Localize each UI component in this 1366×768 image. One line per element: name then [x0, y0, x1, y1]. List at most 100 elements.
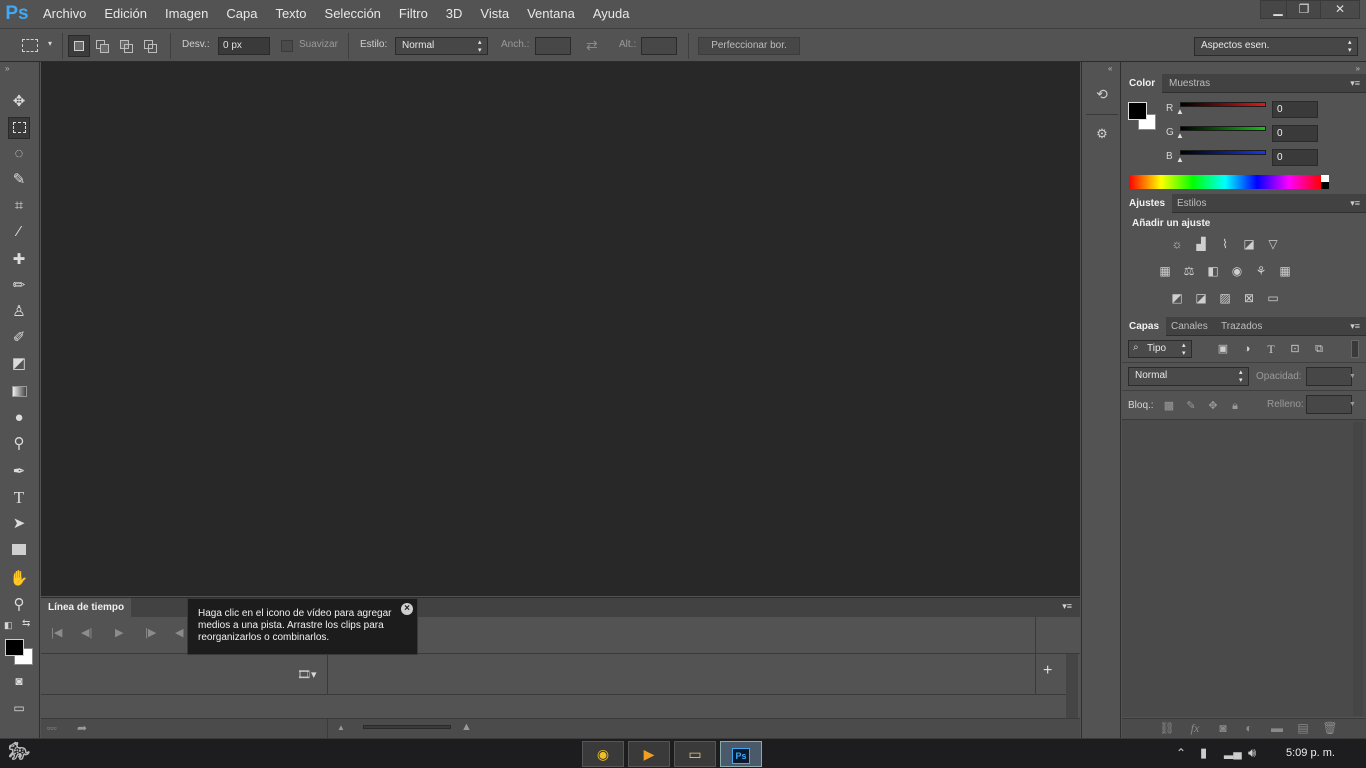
eraser-tool-icon[interactable]: ◩	[8, 353, 30, 375]
vibrance-icon[interactable]: ▽	[1264, 236, 1282, 252]
quick-mask-icon[interactable]: ◙	[8, 670, 30, 692]
move-tool-icon[interactable]: ✥	[8, 91, 30, 113]
history-brush-tool-icon[interactable]: ✐	[8, 327, 30, 349]
file-explorer-task-icon[interactable]: ▭	[674, 741, 716, 767]
new-group-icon[interactable]: ▬	[1268, 720, 1286, 736]
chevron-down-icon[interactable]: ▾	[48, 39, 52, 48]
properties-panel-icon[interactable]: ⚙	[1092, 126, 1112, 148]
exposure-icon[interactable]: ◪	[1240, 236, 1258, 252]
quick-selection-tool-icon[interactable]: ✎	[8, 169, 30, 191]
fx-icon[interactable]: fx	[1186, 720, 1204, 736]
brush-tool-icon[interactable]: ✏	[8, 275, 30, 297]
red-slider-handle[interactable]: ▲	[1176, 107, 1184, 116]
tab-paths[interactable]: Trazados	[1214, 317, 1269, 336]
posterize-icon[interactable]: ◪	[1192, 290, 1210, 306]
color-balance-icon[interactable]: ⚖	[1180, 263, 1198, 279]
red-slider[interactable]	[1180, 102, 1266, 107]
tab-timeline[interactable]: Línea de tiempo	[41, 598, 131, 617]
height-input[interactable]	[641, 37, 677, 55]
next-frame-icon[interactable]: |▶	[145, 626, 156, 639]
hue-saturation-icon[interactable]: ▦	[1156, 263, 1174, 279]
panel-menu-icon[interactable]: ▾≡	[1350, 198, 1360, 209]
invert-icon[interactable]: ◩	[1168, 290, 1186, 306]
first-frame-icon[interactable]: |◀	[51, 626, 62, 639]
tab-layers[interactable]: Capas	[1122, 317, 1167, 336]
menu-ventana[interactable]: Ventana	[518, 0, 584, 28]
zoom-in-icon[interactable]: ▲	[461, 721, 472, 733]
start-button-icon[interactable]: 🐆︎	[6, 741, 46, 767]
levels-icon[interactable]: ▟	[1192, 236, 1210, 252]
filter-smart-object-icon[interactable]: ⧉	[1310, 341, 1328, 357]
swap-colors-icon[interactable]: ⇆	[22, 618, 30, 629]
foreground-color-swatch[interactable]	[1128, 102, 1147, 120]
blue-slider[interactable]	[1180, 150, 1266, 155]
lock-position-icon[interactable]: ✥	[1204, 398, 1222, 414]
media-player-task-icon[interactable]: ▶	[628, 741, 670, 767]
render-icon[interactable]: ➦	[77, 721, 87, 735]
screen-mode-icon[interactable]: ▭	[8, 697, 30, 719]
zoom-slider[interactable]	[363, 725, 451, 729]
link-layers-icon[interactable]: ⛓	[1158, 720, 1176, 736]
hand-tool-icon[interactable]: ✋	[8, 568, 30, 590]
layers-list[interactable]	[1122, 419, 1366, 717]
photo-filter-icon[interactable]: ◉	[1228, 263, 1246, 279]
filter-type-icon[interactable]: T	[1262, 341, 1280, 357]
green-input[interactable]: 0	[1272, 125, 1318, 142]
foreground-color-swatch[interactable]	[5, 639, 24, 656]
menu-archivo[interactable]: Archivo	[34, 0, 95, 28]
menu-edicion[interactable]: Edición	[95, 0, 156, 28]
feather-input[interactable]: 0 px	[218, 37, 270, 55]
green-slider[interactable]	[1180, 126, 1266, 131]
refine-edge-button[interactable]: Perfeccionar bor.	[698, 37, 800, 55]
volume-icon[interactable]: 🔊︎	[1248, 745, 1256, 761]
tab-channels[interactable]: Canales	[1164, 317, 1215, 336]
tab-color[interactable]: Color	[1122, 74, 1163, 93]
add-mask-icon[interactable]: ◙	[1214, 720, 1232, 736]
panel-menu-icon[interactable]: ▾≡	[1062, 601, 1072, 612]
menu-ayuda[interactable]: Ayuda	[584, 0, 639, 28]
prev-frame-icon[interactable]: ◀|	[81, 626, 92, 639]
filter-shape-icon[interactable]: ⊡	[1286, 341, 1304, 357]
black-white-icon[interactable]: ◧	[1204, 263, 1222, 279]
dodge-tool-icon[interactable]: ⚲	[8, 433, 30, 455]
clone-stamp-tool-icon[interactable]: ♙	[8, 301, 30, 323]
red-input[interactable]: 0	[1272, 101, 1318, 118]
marquee-preset-icon[interactable]	[22, 39, 38, 52]
lock-transparency-icon[interactable]: ▩	[1160, 398, 1178, 414]
blur-tool-icon[interactable]: ●	[8, 407, 30, 429]
scrollbar[interactable]	[1353, 422, 1363, 716]
selective-color-icon[interactable]: ⊠	[1240, 290, 1258, 306]
clock[interactable]: 5:09 p. m.	[1286, 747, 1335, 759]
new-selection-icon[interactable]	[68, 35, 90, 57]
close-button[interactable]: ✕	[1320, 0, 1360, 19]
antialias-checkbox[interactable]	[281, 40, 293, 52]
white-swatch[interactable]	[1321, 175, 1329, 182]
menu-imagen[interactable]: Imagen	[156, 0, 217, 28]
tab-swatches[interactable]: Muestras	[1162, 74, 1217, 93]
panel-menu-icon[interactable]: ▾≡	[1350, 321, 1360, 332]
channel-mixer-icon[interactable]: ⚘	[1252, 263, 1270, 279]
panel-menu-icon[interactable]: ▾≡	[1350, 78, 1360, 89]
close-icon[interactable]: ×	[401, 603, 413, 615]
tab-styles[interactable]: Estilos	[1170, 194, 1213, 213]
fill-input[interactable]	[1306, 395, 1352, 414]
blue-input[interactable]: 0	[1272, 149, 1318, 166]
network-icon[interactable]: ▂▄	[1224, 745, 1242, 759]
blend-mode-select[interactable]: Normal	[1128, 367, 1249, 386]
rectangle-tool-icon[interactable]	[8, 539, 30, 561]
show-hidden-icons-icon[interactable]: ⌃	[1176, 746, 1186, 760]
chrome-task-icon[interactable]: ◉	[582, 741, 624, 767]
lasso-tool-icon[interactable]: ◌	[8, 143, 30, 165]
menu-filtro[interactable]: Filtro	[390, 0, 437, 28]
gradient-tool-icon[interactable]	[8, 381, 30, 403]
rectangular-marquee-tool-icon[interactable]	[8, 117, 30, 139]
path-selection-tool-icon[interactable]: ➤	[8, 513, 30, 535]
video-track[interactable]	[41, 654, 1066, 695]
battery-icon[interactable]: ▮	[1200, 745, 1207, 761]
document-canvas-area[interactable]	[41, 62, 1080, 596]
healing-brush-tool-icon[interactable]: ✚	[8, 249, 30, 271]
gradient-map-icon[interactable]: ▭	[1264, 290, 1282, 306]
collapse-icon[interactable]: »	[5, 64, 9, 73]
add-track-icon[interactable]: +	[1043, 662, 1052, 680]
width-input[interactable]	[535, 37, 571, 55]
